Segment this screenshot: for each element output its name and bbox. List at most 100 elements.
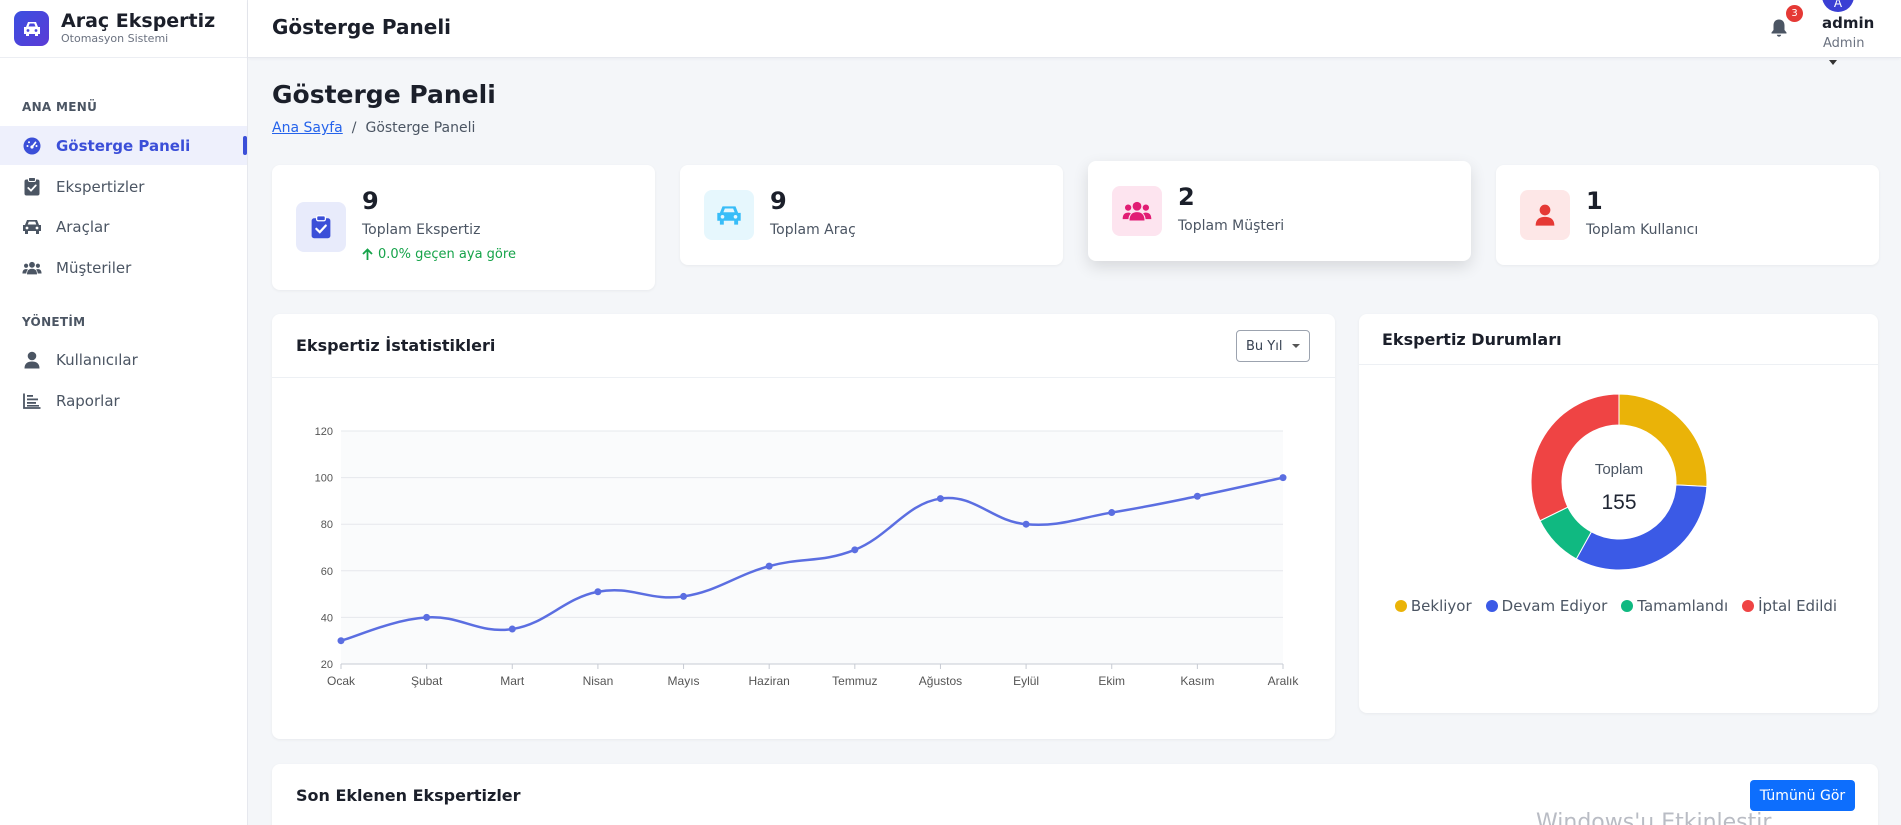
sidebar-item-musteriler[interactable]: Müşteriler	[0, 248, 247, 287]
data-point[interactable]	[1108, 509, 1116, 517]
y-tick-label: 60	[321, 566, 333, 578]
car-icon	[22, 217, 42, 237]
data-point[interactable]	[423, 613, 431, 621]
line-chart: 20 40 60 80 100 120 Ocak Şubat Mart Nisan Mayıs Haz…	[315, 426, 1300, 688]
stat-card-kullanici[interactable]: 1 Toplam Kullanıcı	[1496, 165, 1879, 265]
x-tick-label: Haziran	[749, 674, 790, 688]
x-tick-label: Ocak	[327, 674, 356, 688]
chart-bar-icon	[22, 391, 42, 411]
panel-title: Ekspertiz Durumları	[1382, 330, 1562, 349]
legend-item[interactable]: İptal Edildi	[1742, 597, 1837, 615]
users-icon	[1112, 186, 1162, 236]
stat-card-arac[interactable]: 9 Toplam Araç	[680, 165, 1063, 265]
y-tick-label: 80	[321, 519, 333, 531]
user-name[interactable]: admin	[1822, 14, 1874, 32]
donut-slice[interactable]	[1575, 484, 1708, 571]
y-tick-label: 20	[321, 659, 333, 671]
brand-subtitle: Otomasyon Sistemi	[61, 32, 169, 45]
x-tick-label: Aralık	[1268, 674, 1300, 688]
data-point[interactable]	[765, 562, 773, 570]
sidebar-item-araclar[interactable]: Araçlar	[0, 207, 247, 246]
data-point[interactable]	[337, 637, 345, 645]
legend-dot	[1742, 600, 1755, 612]
gauge-icon	[22, 136, 42, 156]
car-icon	[704, 190, 754, 240]
topbar-title: Gösterge Paneli	[272, 15, 452, 39]
legend-dot	[1394, 600, 1407, 612]
sidebar-item-raporlar[interactable]: Raporlar	[0, 381, 247, 420]
x-tick-label: Mart	[500, 674, 525, 688]
legend-dot	[1621, 600, 1634, 612]
x-tick-label: Şubat	[411, 674, 443, 688]
user-icon	[22, 350, 42, 370]
sidebar-item-label: Gösterge Paneli	[56, 136, 191, 155]
sidebar: Araç Ekspertiz Otomasyon Sistemi ANA MEN…	[0, 0, 248, 825]
sidebar-item-label: Ekspertizler	[56, 177, 145, 196]
x-tick-label: Nisan	[583, 674, 614, 688]
data-point[interactable]	[1193, 492, 1201, 500]
avatar[interactable]: A	[1822, 0, 1854, 12]
stat-value: 2	[1178, 183, 1195, 211]
donut-center-value: 155	[1601, 491, 1636, 514]
panel-title: Son Eklenen Ekspertizler	[296, 786, 521, 805]
stat-label: Toplam Ekspertiz	[362, 222, 481, 238]
topbar: Gösterge Paneli 3 A admin Admin	[248, 0, 1901, 65]
data-point[interactable]	[851, 546, 859, 554]
x-tick-label: Temmuz	[832, 674, 877, 688]
view-all-button[interactable]: Tümünü Gör	[1750, 780, 1855, 811]
brand-title: Araç Ekspertiz	[61, 10, 216, 32]
stat-label: Toplam Müşteri	[1178, 218, 1285, 234]
menu-section-admin: YÖNETİM	[22, 315, 86, 329]
stat-trend-text: 0.0% geçen aya göre	[378, 247, 516, 262]
breadcrumb-home-link[interactable]: Ana Sayfa	[272, 120, 343, 136]
data-point[interactable]	[1279, 474, 1287, 482]
data-point[interactable]	[1022, 520, 1030, 528]
data-point[interactable]	[508, 625, 516, 633]
data-point[interactable]	[936, 495, 944, 503]
sidebar-item-dashboard[interactable]: Gösterge Paneli	[0, 126, 247, 165]
x-tick-label: Mayıs	[668, 674, 700, 688]
sidebar-item-kullanicilar[interactable]: Kullanıcılar	[0, 340, 247, 379]
chevron-down-icon[interactable]	[1829, 60, 1837, 65]
user-icon	[1520, 190, 1570, 240]
donut-chart: Toplam 155	[1530, 393, 1708, 571]
car-icon	[14, 11, 49, 46]
clipboard-check-icon	[22, 177, 42, 197]
menu-section-main: ANA MENÜ	[22, 100, 98, 114]
legend-label: Tamamlandı	[1637, 597, 1729, 615]
plot-area	[341, 431, 1283, 664]
legend-item[interactable]: Devam Ediyor	[1485, 597, 1608, 615]
clipboard-check-icon	[296, 202, 346, 252]
brand[interactable]: Araç Ekspertiz Otomasyon Sistemi	[0, 0, 247, 58]
sidebar-item-label: Müşteriler	[56, 258, 132, 277]
breadcrumb-separator: /	[351, 120, 357, 136]
breadcrumb-current: Gösterge Paneli	[365, 120, 476, 136]
donut-legend: Bekliyor Devam Ediyor Tamamlandı İptal Edil…	[1356, 597, 1876, 615]
x-tick-label: Ağustos	[919, 674, 962, 688]
legend-item[interactable]: Bekliyor	[1394, 597, 1472, 615]
stat-card-musteri[interactable]: 2 Toplam Müşteri	[1088, 161, 1471, 261]
data-point[interactable]	[680, 592, 688, 600]
y-tick-label: 120	[315, 426, 333, 438]
user-role: Admin	[1823, 36, 1865, 51]
stat-value: 9	[770, 187, 787, 215]
notification-badge: 3	[1786, 5, 1803, 22]
page-title: Gösterge Paneli	[272, 80, 496, 109]
bell-icon[interactable]	[1770, 18, 1790, 38]
stat-value: 9	[362, 187, 379, 215]
stat-value: 1	[1586, 187, 1603, 215]
stat-card-ekspertiz[interactable]: 9 Toplam Ekspertiz 0.0% geçen aya göre	[272, 165, 655, 290]
sidebar-item-ekspertizler[interactable]: Ekspertizler	[0, 167, 247, 206]
stat-label: Toplam Kullanıcı	[1586, 222, 1699, 238]
y-tick-label: 40	[321, 612, 333, 624]
x-tick-label: Kasım	[1180, 674, 1214, 688]
legend-label: Devam Ediyor	[1501, 597, 1608, 615]
stat-trend: 0.0% geçen aya göre	[362, 247, 516, 262]
legend-label: Bekliyor	[1410, 597, 1472, 615]
data-point[interactable]	[594, 588, 602, 596]
sidebar-item-label: Kullanıcılar	[56, 350, 138, 369]
x-tick-label: Ekim	[1098, 674, 1125, 688]
legend-item[interactable]: Tamamlandı	[1621, 597, 1728, 615]
stat-label: Toplam Araç	[770, 222, 856, 238]
arrow-up-icon	[362, 248, 373, 260]
